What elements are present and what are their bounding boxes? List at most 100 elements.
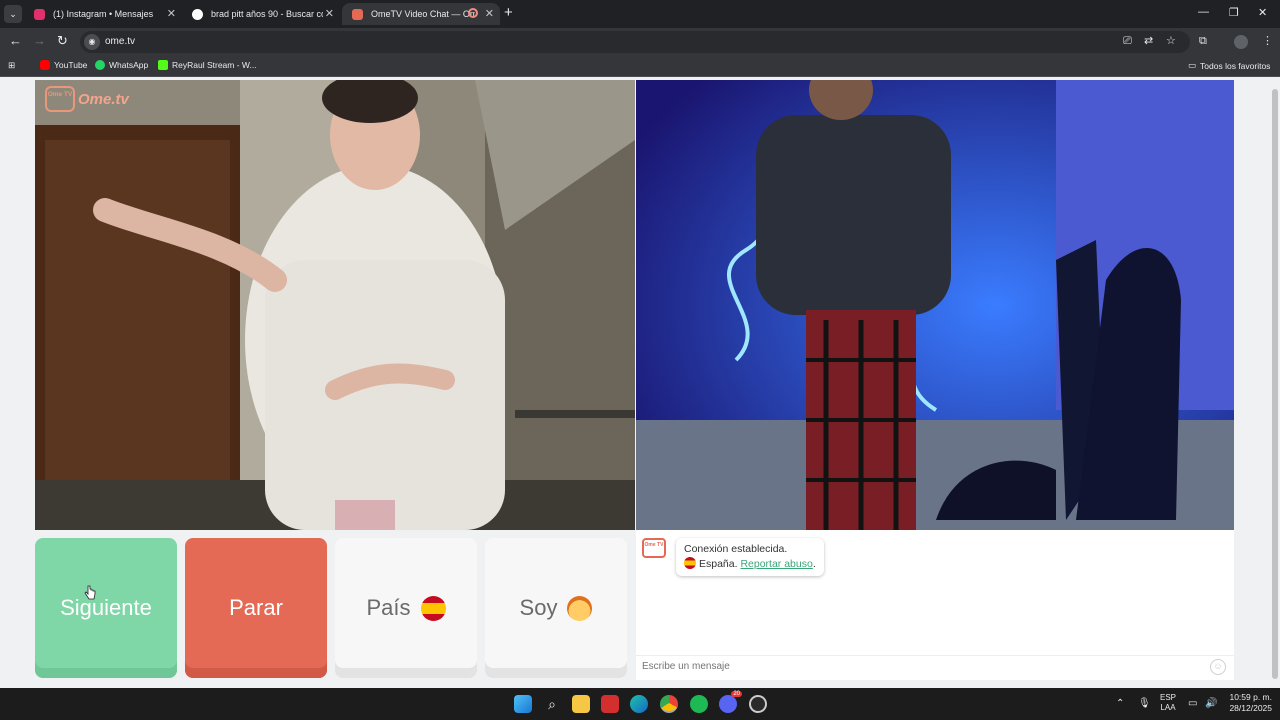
back-icon[interactable]: ← xyxy=(9,34,22,48)
tab-google-search[interactable]: brad pitt años 90 - Buscar con G ✕ xyxy=(182,3,340,25)
tv-logo-icon: Ome TV xyxy=(642,538,666,558)
lang-line1: ESP xyxy=(1160,693,1177,702)
bookmark-whatsapp[interactable]: WhatsApp xyxy=(95,60,148,70)
message-input-area: ☺ xyxy=(636,655,1234,679)
all-bookmarks-label: Todos los favoritos xyxy=(1200,60,1271,71)
file-explorer-icon[interactable] xyxy=(572,695,590,713)
report-abuse-link[interactable]: Reportar abuso xyxy=(740,558,812,570)
microphone-icon[interactable]: 🎙 xyxy=(1138,698,1151,709)
ometv-icon xyxy=(352,8,363,20)
search-icon[interactable]: ⌕ xyxy=(543,695,561,713)
close-icon[interactable]: ✕ xyxy=(167,7,176,20)
country-filter-button[interactable]: País xyxy=(335,538,477,678)
recording-icon xyxy=(468,8,478,18)
instagram-icon xyxy=(34,8,45,20)
translate-icon[interactable]: ⇄ xyxy=(1144,35,1153,47)
clock-time: 10:59 p. m. xyxy=(1229,692,1272,702)
app-red-icon[interactable] xyxy=(601,695,619,713)
hand-cursor-icon xyxy=(84,585,96,600)
minimize-icon[interactable]: — xyxy=(1198,6,1209,18)
youtube-icon xyxy=(40,60,50,70)
page-scrollbar[interactable] xyxy=(1270,77,1280,688)
reload-icon[interactable]: ↻ xyxy=(57,34,68,48)
lang-line2: LAA xyxy=(1160,703,1176,712)
tab-search-button[interactable]: ⌄ xyxy=(4,5,22,23)
my-video xyxy=(636,80,1234,530)
profile-avatar[interactable] xyxy=(1234,35,1248,49)
self-video-frame xyxy=(636,80,1234,530)
forward-icon[interactable]: → xyxy=(33,34,46,48)
clock-date: 28/12/2025 xyxy=(1229,703,1272,713)
language-indicator[interactable]: ESP LAA xyxy=(1160,693,1176,713)
address-bar[interactable]: ◉ ome.tv ⎚ ⇄ ☆ xyxy=(80,31,1190,53)
close-icon[interactable]: ✕ xyxy=(325,7,334,20)
system-clock[interactable]: 10:59 p. m. 28/12/2025 xyxy=(1229,692,1272,714)
spain-flag-icon xyxy=(420,595,446,621)
system-message: Conexión establecida. España. Reportar a… xyxy=(676,538,824,576)
browser-tab-strip: ⌄ (1) Instagram • Mensajes ✕ brad pitt a… xyxy=(0,0,1280,28)
bookmark-star-icon[interactable]: ☆ xyxy=(1166,35,1176,47)
edge-icon[interactable] xyxy=(630,695,648,713)
connection-message: Conexión establecida. xyxy=(684,543,788,555)
tab-ometv[interactable]: OmeTV Video Chat — Ome ✕ xyxy=(342,3,500,25)
all-bookmarks[interactable]: ▭ Todos los favoritos xyxy=(1188,60,1270,71)
bookmark-reyraul[interactable]: ReyRaul Stream - W... xyxy=(158,60,257,70)
tab-title: brad pitt años 90 - Buscar con G xyxy=(211,9,323,19)
whatsapp-icon xyxy=(95,60,105,70)
network-icon[interactable]: ▭ xyxy=(1188,698,1197,709)
apps-icon[interactable]: ⊞ xyxy=(8,60,15,71)
message-input[interactable] xyxy=(642,661,1202,672)
chrome-icon[interactable] xyxy=(660,695,678,713)
windows-taskbar: ⌕ 20 ⌃ 🎙 ESP LAA ▭ 🔊 10:59 p. m. 28/12/2… xyxy=(0,688,1280,720)
ometv-logo[interactable]: Ome TV Ome.tv xyxy=(45,86,129,112)
logo-text: Ome.tv xyxy=(78,90,129,108)
next-label: Siguiente xyxy=(60,595,152,620)
stop-button[interactable]: Parar xyxy=(185,538,327,678)
close-window-icon[interactable]: ✕ xyxy=(1258,6,1267,19)
chat-panel: Ome TV Conexión establecida. España. Rep… xyxy=(636,530,1234,680)
stranger-video-frame xyxy=(35,80,635,530)
browser-toolbar: ← → ↻ ◉ ome.tv ⎚ ⇄ ☆ ⧉ ⋮ xyxy=(0,28,1280,56)
report-suffix: . xyxy=(812,558,816,570)
stranger-video: Ome TV Ome.tv xyxy=(35,80,635,530)
tab-title: OmeTV Video Chat — Ome xyxy=(371,9,475,19)
emoji-picker-icon[interactable]: ☺ xyxy=(1210,659,1226,675)
stop-label: Parar xyxy=(229,595,283,620)
me-label: Soy xyxy=(519,595,558,620)
google-icon xyxy=(192,8,203,20)
ometv-page: Ome TV Ome.tv Siguiente Parar País Soy O… xyxy=(0,77,1280,688)
partner-location: España. Reportar abuso. xyxy=(684,557,816,572)
tab-title: (1) Instagram • Mensajes xyxy=(53,9,154,19)
bookmark-label: YouTube xyxy=(54,60,88,70)
menu-icon[interactable]: ⋮ xyxy=(1262,35,1273,47)
chevron-up-icon[interactable]: ⌃ xyxy=(1116,698,1124,709)
url-text[interactable]: ome.tv xyxy=(105,36,135,47)
site-info-icon[interactable]: ◉ xyxy=(84,34,100,50)
next-button[interactable]: Siguiente xyxy=(35,538,177,678)
folder-icon: ▭ xyxy=(1188,60,1197,70)
app-clock-icon[interactable] xyxy=(749,695,767,713)
scrollbar-thumb[interactable] xyxy=(1272,89,1278,679)
boy-emoji-icon xyxy=(567,595,593,621)
country-label: País xyxy=(366,595,411,620)
extensions-icon[interactable]: ⧉ xyxy=(1199,35,1207,47)
partner-country: España. xyxy=(699,558,738,570)
bookmark-youtube[interactable]: YouTube xyxy=(40,60,87,70)
windows-start-icon[interactable] xyxy=(514,695,532,713)
tab-instagram[interactable]: (1) Instagram • Mensajes ✕ xyxy=(24,3,182,25)
spotify-icon[interactable] xyxy=(690,695,708,713)
gender-select-button[interactable]: Soy xyxy=(485,538,627,678)
restore-icon[interactable]: ❐ xyxy=(1229,6,1239,19)
discord-icon[interactable]: 20 xyxy=(719,691,742,713)
close-icon[interactable]: ✕ xyxy=(485,7,494,20)
install-app-icon[interactable]: ⎚ xyxy=(1123,35,1132,47)
bookmark-label: WhatsApp xyxy=(109,60,149,70)
kick-icon xyxy=(158,60,168,70)
bookmarks-bar: ⊞ YouTube WhatsApp ReyRaul Stream - W...… xyxy=(0,56,1280,77)
discord-badge: 20 xyxy=(731,691,742,697)
volume-icon[interactable]: 🔊 xyxy=(1205,698,1217,709)
bookmark-label: ReyRaul Stream - W... xyxy=(172,60,257,70)
spain-flag-icon xyxy=(684,557,696,569)
new-tab-button[interactable]: + xyxy=(504,5,513,21)
tv-logo-icon: Ome TV xyxy=(45,86,75,112)
